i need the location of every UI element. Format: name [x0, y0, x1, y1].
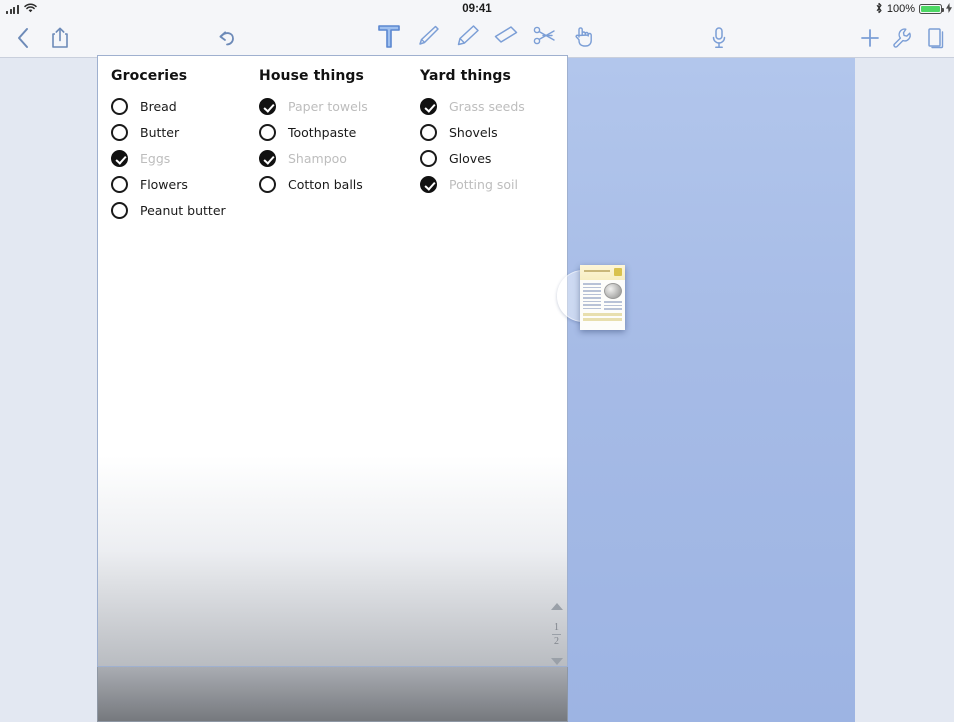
microphone-button[interactable]	[702, 18, 736, 58]
checklist-item-label: Peanut butter	[140, 202, 226, 218]
checklist-item-label: Eggs	[140, 150, 171, 166]
pen-tool[interactable]	[411, 19, 445, 57]
checklist-column: Groceries Bread Butter Eggs Flowers Peanut bu…	[111, 68, 226, 223]
plus-icon	[859, 27, 881, 49]
checkbox-unchecked-icon[interactable]	[111, 175, 128, 193]
app-root: 09:41 100% Groceries Bread Butter Eggs F…	[0, 0, 954, 722]
checklist-item[interactable]: Shampoo	[259, 145, 368, 171]
checkbox-checked-icon[interactable]	[420, 97, 437, 115]
microphone-icon	[709, 25, 729, 51]
checkbox-checked-icon[interactable]	[420, 175, 437, 193]
undo-arrow-icon	[216, 28, 238, 48]
canvas-left-margin	[0, 58, 98, 722]
checkbox-checked-icon[interactable]	[259, 97, 276, 115]
checklist-item[interactable]: Paper towels	[259, 93, 368, 119]
pages-icon	[926, 26, 946, 50]
checkbox-unchecked-icon[interactable]	[259, 175, 276, 193]
checklist-item[interactable]: Toothpaste	[259, 119, 368, 145]
battery-full-icon	[919, 4, 944, 14]
checklist-item-label: Potting soil	[449, 176, 518, 192]
hand-pointer-icon	[570, 22, 598, 55]
scissors-icon	[531, 22, 559, 55]
share-icon	[50, 26, 70, 50]
back-button[interactable]	[8, 18, 38, 58]
checkbox-unchecked-icon[interactable]	[420, 123, 437, 141]
status-bar-clock: 09:41	[462, 3, 492, 15]
highlighter-icon	[453, 22, 481, 55]
checklist-item[interactable]: Bread	[111, 93, 226, 119]
checklist-item-label: Gloves	[449, 150, 492, 166]
checklist-item-label: Shovels	[449, 124, 498, 140]
checklist-title: Groceries	[111, 68, 188, 84]
checklist-item[interactable]: Potting soil	[420, 171, 525, 197]
checklist-title: Yard things	[420, 68, 511, 84]
checkbox-unchecked-icon[interactable]	[420, 149, 437, 167]
canvas-right-margin	[855, 58, 954, 722]
checklist-item[interactable]: Cotton balls	[259, 171, 368, 197]
checklist-title: House things	[259, 68, 364, 84]
eraser-icon	[492, 22, 520, 55]
text-tool[interactable]	[372, 19, 406, 57]
scroll-up-arrow-icon[interactable]	[550, 603, 563, 610]
checklist-item-label: Grass seeds	[449, 98, 525, 114]
checkbox-unchecked-icon[interactable]	[111, 123, 128, 141]
scissors-tool[interactable]	[528, 19, 562, 57]
hand-tool[interactable]	[567, 19, 601, 57]
page-bottom-fade	[98, 456, 567, 666]
checklist-item[interactable]: Flowers	[111, 171, 226, 197]
checklist-item[interactable]: Shovels	[420, 119, 525, 145]
share-button[interactable]	[45, 18, 75, 58]
wrench-icon	[891, 26, 915, 50]
checklist-item-label: Shampoo	[288, 150, 347, 166]
checklist-item[interactable]: Butter	[111, 119, 226, 145]
checkbox-checked-icon[interactable]	[111, 149, 128, 167]
checklist-item-label: Cotton balls	[288, 176, 363, 192]
pages-button[interactable]	[921, 18, 951, 58]
pen-icon	[414, 22, 442, 55]
checkbox-unchecked-icon[interactable]	[111, 97, 128, 115]
back-chevron-icon	[16, 27, 30, 49]
add-button[interactable]	[855, 18, 885, 58]
charging-bolt-icon	[946, 2, 952, 16]
checklist-item-label: Flowers	[140, 176, 188, 192]
checklist-item-label: Butter	[140, 124, 180, 140]
checkbox-unchecked-icon[interactable]	[259, 123, 276, 141]
status-bar-right: 100%	[875, 2, 952, 17]
current-page-number: 1	[554, 621, 559, 633]
checklist-item[interactable]: Gloves	[420, 145, 525, 171]
eraser-tool[interactable]	[489, 19, 523, 57]
checklist-item-label: Toothpaste	[288, 124, 357, 140]
checklist-column: Yard things Grass seeds Shovels Gloves Potti…	[420, 68, 525, 197]
page-navigator[interactable]: 1 2	[546, 603, 567, 665]
checkbox-unchecked-icon[interactable]	[111, 201, 128, 219]
checklist-column: House things Paper towels Toothpaste Shampo…	[259, 68, 368, 197]
checklist-item[interactable]: Eggs	[111, 145, 226, 171]
checklist-item[interactable]: Grass seeds	[420, 93, 525, 119]
bluetooth-icon	[875, 2, 883, 17]
page-fraction-rule	[552, 633, 561, 635]
document-page-2[interactable]	[97, 667, 568, 722]
text-t-icon	[376, 21, 402, 56]
total-page-number: 2	[554, 635, 559, 647]
checkbox-checked-icon[interactable]	[259, 149, 276, 167]
settings-button[interactable]	[888, 18, 918, 58]
checklist-item-label: Paper towels	[288, 98, 368, 114]
undo-button[interactable]	[210, 18, 244, 58]
document-page-1[interactable]: Groceries Bread Butter Eggs Flowers Peanut bu…	[97, 55, 568, 667]
checklist-item-label: Bread	[140, 98, 177, 114]
page-indicator: 1 2	[552, 622, 561, 647]
drawing-tools-group	[372, 18, 601, 58]
highlighter-tool[interactable]	[450, 19, 484, 57]
checklist-item[interactable]: Peanut butter	[111, 197, 226, 223]
status-bar: 09:41 100%	[0, 0, 954, 18]
battery-percent-label: 100%	[886, 3, 915, 15]
app-toolbar	[0, 18, 954, 58]
scroll-down-arrow-icon[interactable]	[550, 658, 563, 665]
